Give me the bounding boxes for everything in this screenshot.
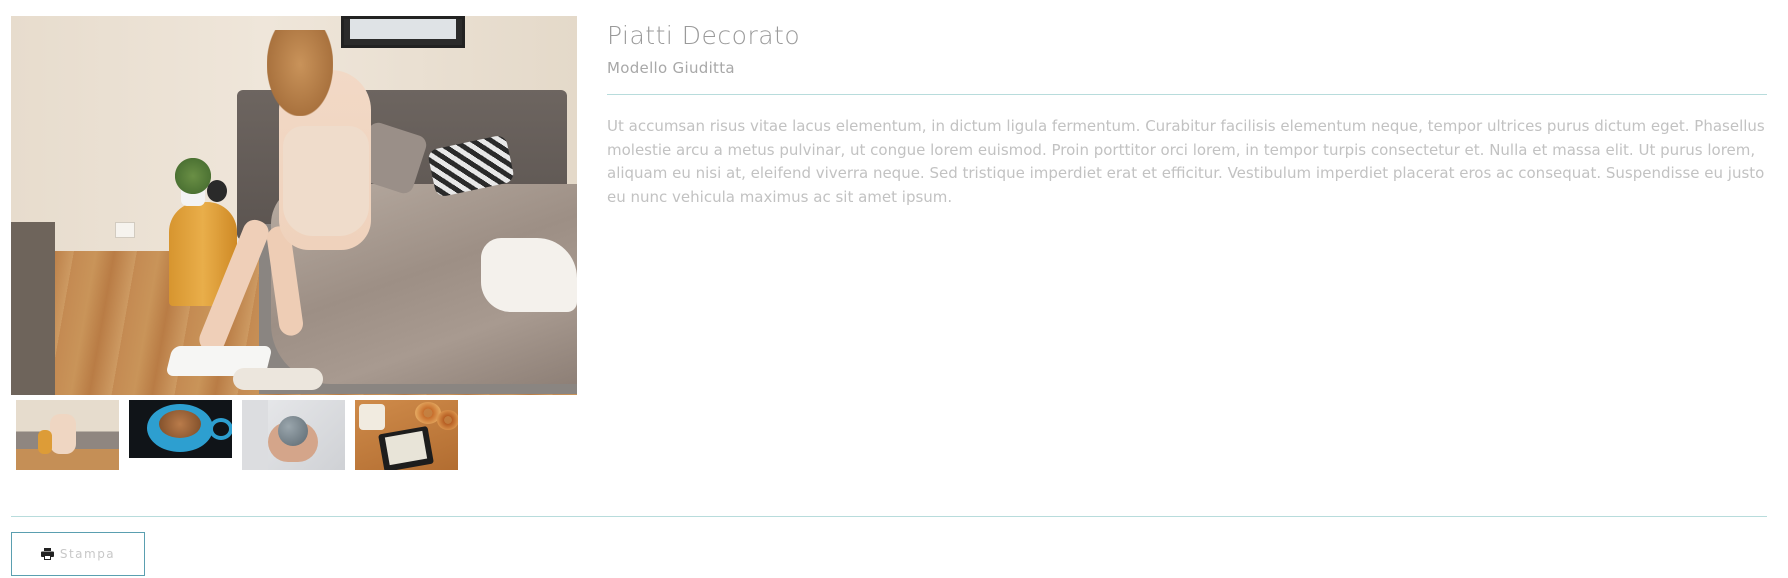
product-subtitle: Modello Giuditta [607, 59, 735, 77]
main-product-image [11, 16, 577, 395]
image-woman-hair [267, 30, 333, 116]
thumbnail-cup-handle [209, 418, 232, 440]
product-page: Piatti Decorato Modello Giuditta Ut accu… [0, 0, 1788, 578]
product-info: Piatti Decorato Modello Giuditta Ut accu… [607, 16, 1767, 209]
image-woman-top [283, 126, 369, 236]
thumbnail-sleeve [242, 400, 268, 470]
thumbnail-nightstand [38, 430, 52, 454]
thumbnail-hands-ball[interactable] [242, 400, 345, 470]
product-description: Ut accumsan risus vitae lacus elementum,… [607, 117, 1765, 206]
image-cloth [481, 238, 577, 312]
thumbnail-coffee [159, 410, 201, 438]
image-clock [207, 180, 227, 202]
printer-icon [40, 548, 54, 560]
thumbnail-donut [437, 410, 458, 430]
print-button[interactable]: Stampa [11, 532, 145, 576]
thumbnail-woman-on-bed[interactable] [16, 400, 119, 470]
thumbnail-figure [50, 414, 76, 454]
image-step [11, 222, 55, 395]
image-slippers [233, 368, 323, 390]
image-outlet [115, 222, 135, 238]
product-title: Piatti Decorato [607, 21, 801, 50]
footer-divider [11, 516, 1767, 517]
thumbnail-coffee-cup[interactable] [129, 400, 232, 458]
image-plant [175, 158, 211, 194]
image-wall-frame [341, 16, 465, 48]
thumbnail-ball [278, 416, 308, 446]
thumbnail-mug [359, 404, 385, 430]
thumbnail-e-reader[interactable] [355, 400, 458, 470]
print-button-label: Stampa [59, 547, 116, 561]
info-divider [607, 94, 1767, 95]
